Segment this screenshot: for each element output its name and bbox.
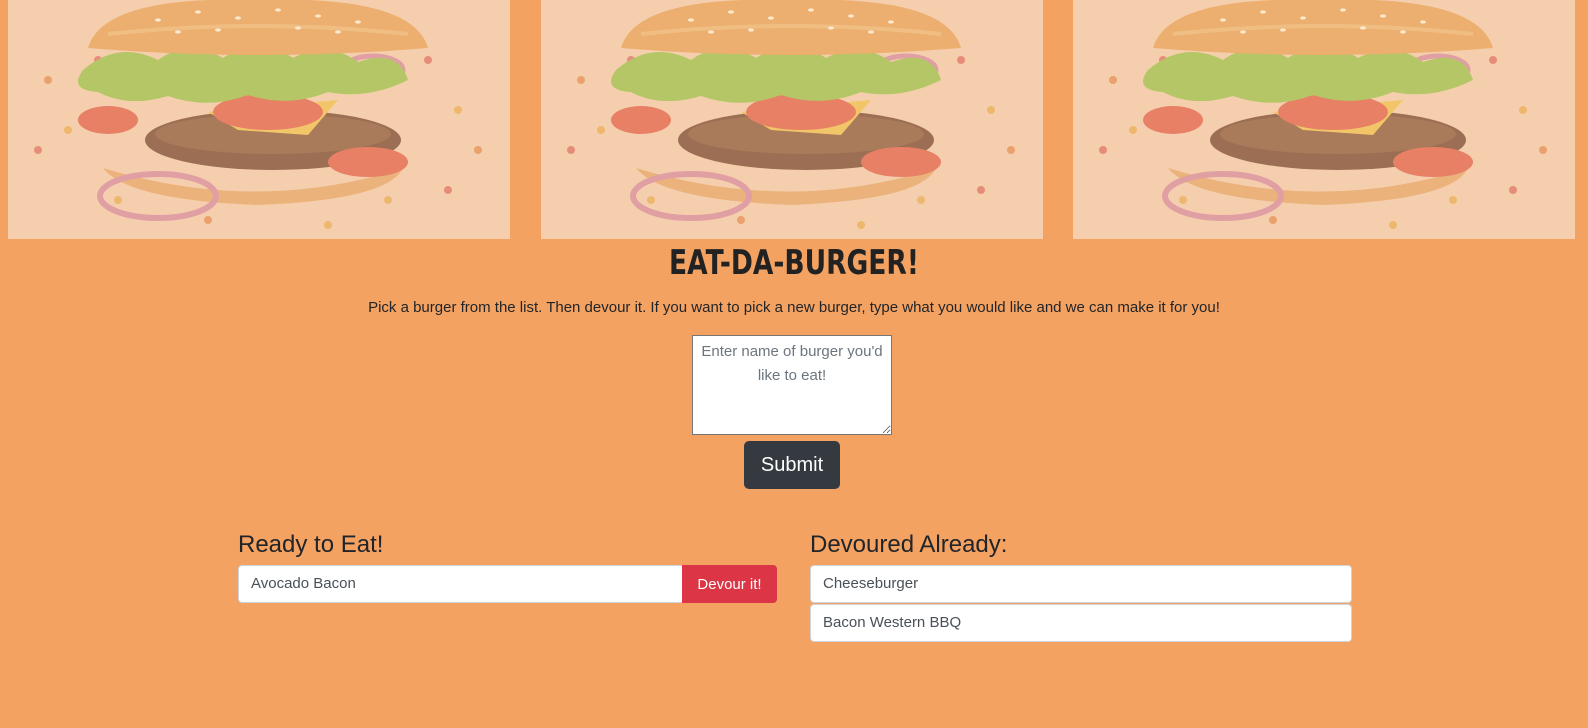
page-title: EAT-DA-BURGER! <box>669 243 919 283</box>
devoured-item: Cheeseburger <box>810 565 1352 603</box>
burger-illustration <box>8 0 510 239</box>
banner <box>8 0 1580 239</box>
image-fade-overlay <box>1073 0 1575 239</box>
page-subtitle: Pick a burger from the list. Then devour… <box>368 299 1220 316</box>
ready-heading: Ready to Eat! <box>238 531 384 558</box>
burger-illustration <box>1073 0 1575 239</box>
devoured-heading: Devoured Already: <box>810 531 1008 558</box>
burger-illustration <box>541 0 1043 239</box>
ready-item: Avocado Bacon <box>238 565 684 603</box>
devour-button[interactable]: Devour it! <box>682 565 777 603</box>
devoured-item: Bacon Western BBQ <box>810 604 1352 642</box>
burger-image <box>8 0 510 239</box>
image-fade-overlay <box>8 0 510 239</box>
image-fade-overlay <box>541 0 1043 239</box>
burger-image <box>541 0 1043 239</box>
burger-name-input[interactable] <box>692 335 892 435</box>
burger-image <box>1073 0 1575 239</box>
submit-button[interactable]: Submit <box>744 441 840 489</box>
